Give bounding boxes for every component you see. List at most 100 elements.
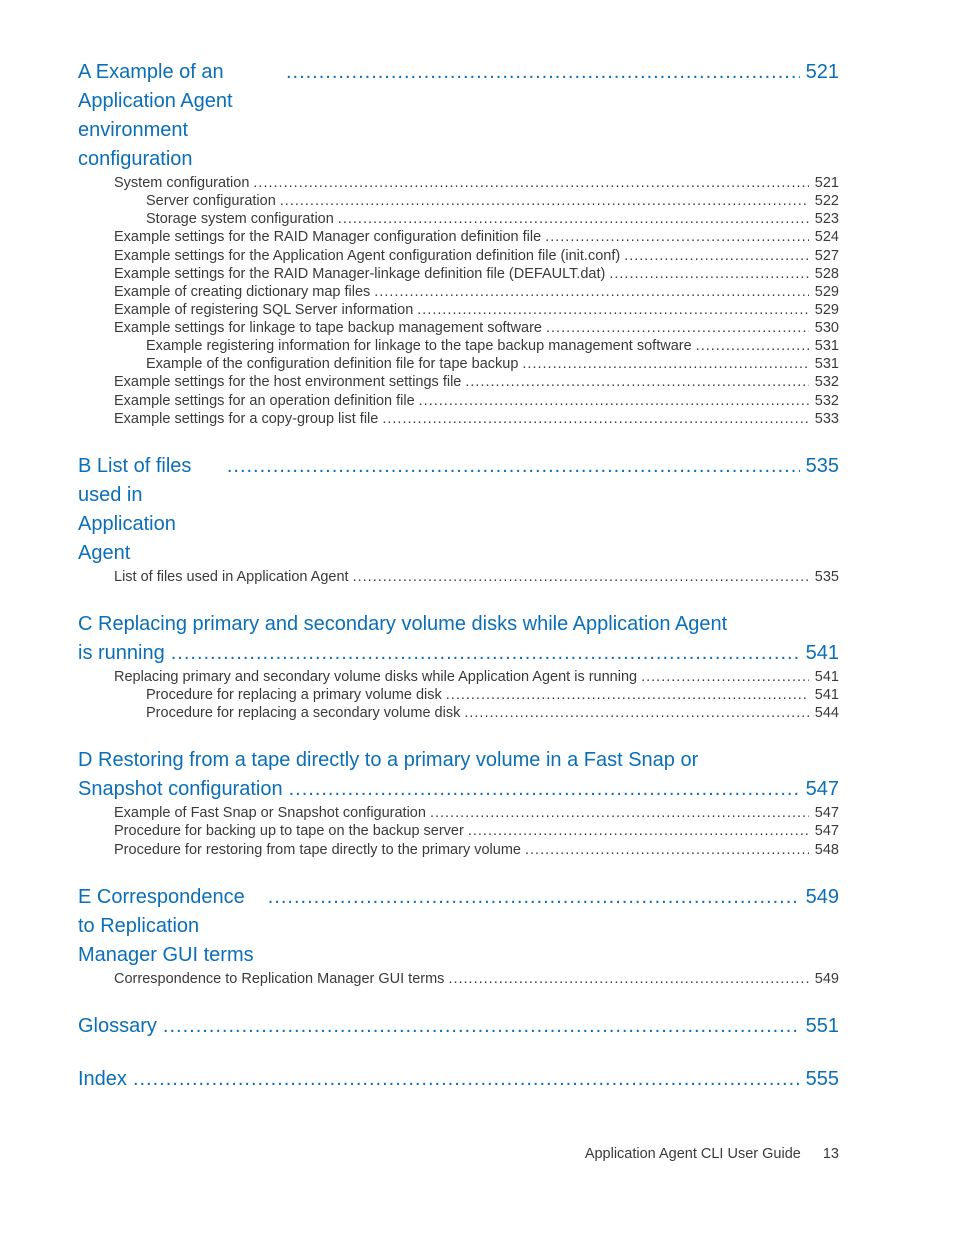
toc-entry-page: 530 (809, 319, 839, 337)
toc-entry-page: 521 (809, 174, 839, 192)
toc-dot-leader: ........................................… (692, 337, 809, 355)
toc-entry-title: Example settings for the Application Age… (114, 247, 620, 265)
toc-entry-lvl1[interactable]: D Restoring from a tape directly to a pr… (78, 746, 839, 804)
footer-page-number: 13 (805, 1146, 839, 1162)
toc-entry-title: Storage system configuration (146, 210, 334, 228)
toc-entry-title: Procedure for backing up to tape on the … (114, 822, 464, 840)
toc-entry-title: Correspondence to Replication Manager GU… (114, 970, 444, 988)
toc-entry-lvl3[interactable]: Example of the configuration definition … (78, 355, 839, 373)
toc-dot-leader: ........................................… (276, 192, 809, 210)
toc-entry-lvl1[interactable]: Index ..................................… (78, 1065, 839, 1094)
toc-dot-leader: ........................................… (620, 247, 809, 265)
toc-dot-leader: ........................................… (378, 410, 808, 428)
toc-entry-page: 547 (800, 775, 839, 804)
toc-entry-page: 555 (800, 1065, 839, 1094)
toc-entry-title: Server configuration (146, 192, 276, 210)
toc-entry-title: Glossary (78, 1012, 157, 1041)
toc-entry-title: Example of creating dictionary map files (114, 283, 370, 301)
toc-entry-title: Example of registering SQL Server inform… (114, 301, 413, 319)
toc-entry-lvl1[interactable]: Glossary ...............................… (78, 1012, 839, 1041)
toc-entry-page: 551 (800, 1012, 839, 1041)
toc-entry-page: 521 (800, 58, 839, 87)
toc-entry-lvl1[interactable]: C Replacing primary and secondary volume… (78, 610, 839, 668)
toc-dot-leader: ........................................… (165, 639, 800, 668)
toc-entry-lvl2[interactable]: Example settings for the Application Age… (78, 247, 839, 265)
toc-entry-page: 547 (809, 822, 839, 840)
toc-dot-leader: ........................................… (518, 355, 808, 373)
toc-entry-title: Example registering information for link… (146, 337, 692, 355)
toc-dot-leader: ........................................… (349, 568, 809, 586)
toc-entry-lvl2[interactable]: System configuration ...................… (78, 174, 839, 192)
toc-entry-lvl2[interactable]: Replacing primary and secondary volume d… (78, 668, 839, 686)
toc-entry-lvl2[interactable]: Example settings for a copy-group list f… (78, 410, 839, 428)
toc-entry-page: 528 (809, 265, 839, 283)
toc-dot-leader: ........................................… (280, 58, 800, 87)
toc-entry-title: Example of the configuration definition … (146, 355, 518, 373)
toc-entry-page: 549 (809, 970, 839, 988)
toc-entry-lvl1[interactable]: E Correspondence to Replication Manager … (78, 883, 839, 970)
toc-dot-leader: ........................................… (444, 970, 808, 988)
toc-entry-title: Procedure for replacing a primary volume… (146, 686, 442, 704)
toc-entry-page: 547 (809, 804, 839, 822)
toc-dot-leader: ........................................… (249, 174, 808, 192)
toc-entry-title: Snapshot configuration (78, 775, 283, 804)
toc-dot-leader: ........................................… (415, 392, 809, 410)
toc-entry-lvl3[interactable]: Storage system configuration ...........… (78, 210, 839, 228)
toc-entry-title: D Restoring from a tape directly to a pr… (78, 746, 839, 775)
toc-dot-leader: ........................................… (464, 822, 809, 840)
toc-entry-title: Example settings for an operation defini… (114, 392, 415, 410)
toc-dot-leader: ........................................… (521, 841, 809, 859)
toc-entry-title: Example settings for the RAID Manager co… (114, 228, 541, 246)
toc-dot-leader: ........................................… (413, 301, 809, 319)
toc-entry-lvl1[interactable]: A Example of an Application Agent enviro… (78, 58, 839, 174)
toc-dot-leader: ........................................… (542, 319, 809, 337)
toc-dot-leader: ........................................… (637, 668, 809, 686)
toc-entry-lvl2[interactable]: List of files used in Application Agent … (78, 568, 839, 586)
toc-entry-lvl3[interactable]: Example registering information for link… (78, 337, 839, 355)
toc-entry-lvl2[interactable]: Procedure for restoring from tape direct… (78, 841, 839, 859)
toc-entry-lvl2[interactable]: Example of registering SQL Server inform… (78, 301, 839, 319)
toc-dot-leader: ........................................… (442, 686, 809, 704)
toc-entry-lvl3[interactable]: Procedure for replacing a secondary volu… (78, 704, 839, 722)
toc-dot-leader: ........................................… (334, 210, 809, 228)
toc-entry-title: Example settings for the RAID Manager-li… (114, 265, 605, 283)
toc-entry-page: 533 (809, 410, 839, 428)
toc-entry-page: 523 (809, 210, 839, 228)
toc-entry-lvl2[interactable]: Example settings for the RAID Manager co… (78, 228, 839, 246)
toc-entry-lvl1[interactable]: B List of files used in Application Agen… (78, 452, 839, 568)
toc-entry-lvl2[interactable]: Procedure for backing up to tape on the … (78, 822, 839, 840)
toc-entry-title: Example settings for a copy-group list f… (114, 410, 378, 428)
toc-entry-lvl3[interactable]: Server configuration ...................… (78, 192, 839, 210)
toc-entry-page: 529 (809, 301, 839, 319)
toc-entry-page: 531 (809, 355, 839, 373)
toc-entry-lvl2[interactable]: Example of creating dictionary map files… (78, 283, 839, 301)
toc-dot-leader: ........................................… (460, 704, 808, 722)
toc-entry-lvl3[interactable]: Procedure for replacing a primary volume… (78, 686, 839, 704)
page-footer: Application Agent CLI User Guide 13 (585, 1146, 839, 1162)
toc-entry-title: B List of files used in Application Agen… (78, 452, 221, 568)
footer-doc-title: Application Agent CLI User Guide (585, 1146, 801, 1162)
toc-entry-title: Example settings for linkage to tape bac… (114, 319, 542, 337)
toc-dot-leader: ........................................… (426, 804, 809, 822)
toc-entry-title: List of files used in Application Agent (114, 568, 349, 586)
toc-entry-lvl2[interactable]: Example settings for the host environmen… (78, 373, 839, 391)
toc-entry-page: 527 (809, 247, 839, 265)
toc-entry-page: 531 (809, 337, 839, 355)
toc-entry-lvl2[interactable]: Example settings for an operation defini… (78, 392, 839, 410)
toc-entry-title: Example settings for the host environmen… (114, 373, 461, 391)
toc-entry-title: is running (78, 639, 165, 668)
toc-entry-title: Replacing primary and secondary volume d… (114, 668, 637, 686)
toc-entry-page: 541 (809, 668, 839, 686)
toc-entry-page: 541 (809, 686, 839, 704)
toc-entry-lvl2[interactable]: Example settings for the RAID Manager-li… (78, 265, 839, 283)
toc-entry-title: A Example of an Application Agent enviro… (78, 58, 280, 174)
toc-entry-lvl2[interactable]: Example settings for linkage to tape bac… (78, 319, 839, 337)
toc-entry-title: System configuration (114, 174, 249, 192)
toc-dot-leader: ........................................… (541, 228, 809, 246)
toc-dot-leader: ........................................… (157, 1012, 800, 1041)
toc-dot-leader: ........................................… (461, 373, 808, 391)
toc-entry-title: C Replacing primary and secondary volume… (78, 610, 839, 639)
toc-entry-lvl2[interactable]: Correspondence to Replication Manager GU… (78, 970, 839, 988)
toc-entry-lvl2[interactable]: Example of Fast Snap or Snapshot configu… (78, 804, 839, 822)
toc-dot-leader: ........................................… (283, 775, 800, 804)
